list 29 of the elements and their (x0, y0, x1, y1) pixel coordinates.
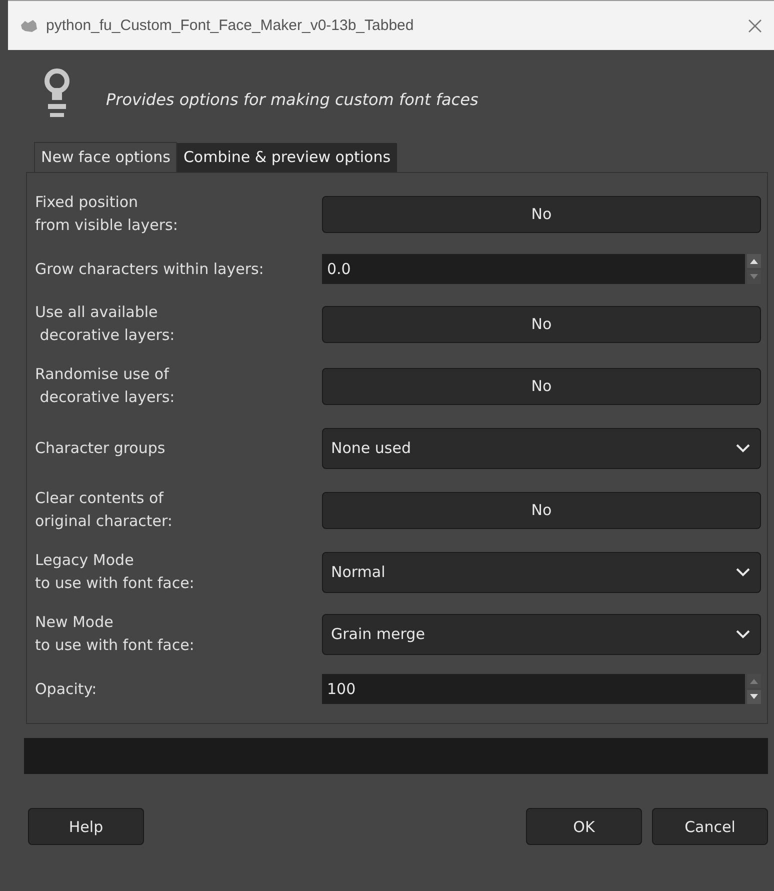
dropdown[interactable]: Grain merge (322, 614, 761, 654)
close-icon[interactable] (748, 18, 762, 32)
option-label: Clear contents of original character: (35, 488, 174, 532)
chevron-down-icon (736, 630, 750, 638)
option-label: Use all available decorative layers: (35, 302, 176, 346)
option-label: Opacity: (35, 678, 98, 700)
toggle-button[interactable]: No (322, 492, 761, 528)
chevron-down-icon (736, 444, 750, 452)
number-field[interactable]: 100 (322, 674, 745, 704)
dialog-button[interactable]: Cancel (652, 808, 768, 845)
number-field[interactable]: 0.0 (322, 254, 745, 284)
toggle-button[interactable]: No (322, 306, 761, 342)
chevron-down-icon (736, 568, 750, 576)
toggle-button[interactable]: No (322, 196, 761, 232)
option-label: Randomise use of decorative layers: (35, 364, 176, 408)
description-text: Provides options for making custom font faces (106, 90, 478, 108)
dialog-button[interactable]: OK (526, 808, 642, 845)
option-label: New Mode to use with font face: (35, 612, 196, 656)
dropdown[interactable]: Normal (322, 552, 761, 592)
tab[interactable]: New face options (34, 142, 178, 172)
dropdown[interactable]: None used (322, 428, 761, 468)
help-button[interactable]: Help (28, 808, 144, 845)
toggle-button[interactable]: No (322, 368, 761, 404)
option-label: Legacy Mode to use with font face: (35, 550, 196, 594)
option-label: Grow characters within layers: (35, 258, 265, 280)
option-label: Character groups (35, 438, 166, 458)
window-title: python_fu_Custom_Font_Face_Maker_v0-13b_Tabbed (46, 17, 415, 34)
tab[interactable]: Combine & preview options (177, 143, 397, 172)
option-label: Fixed position from visible layers: (35, 192, 179, 236)
